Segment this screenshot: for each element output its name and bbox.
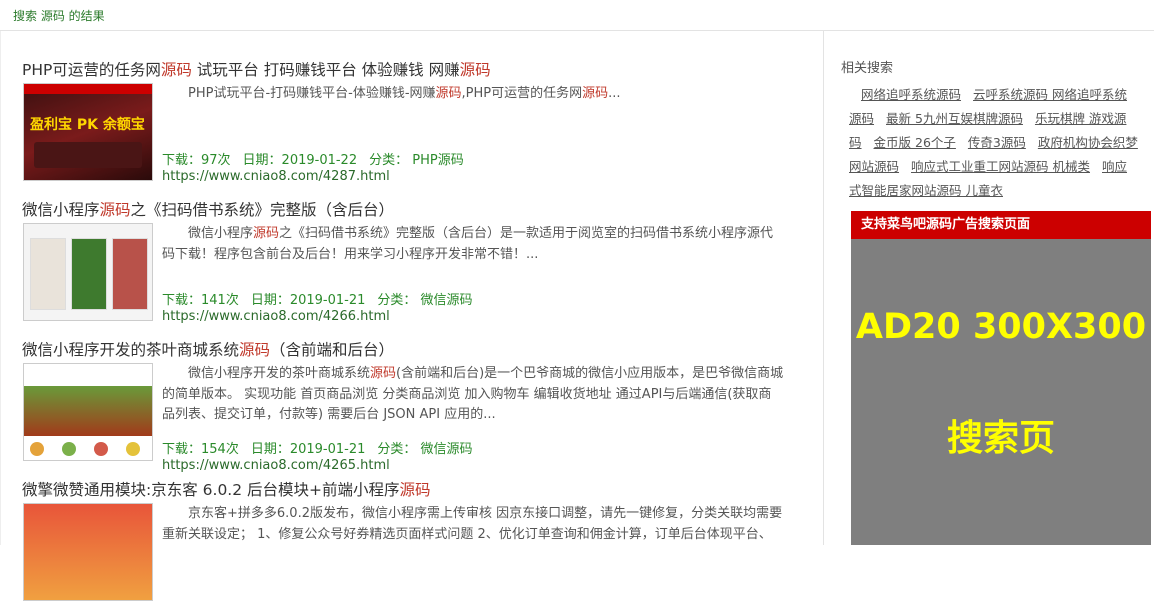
ad-page-label: 搜索页 [946,418,1055,459]
related-tag[interactable]: 最新 5九州互娱棋牌源码 [886,111,1023,126]
result-description: PHP试玩平台-打码赚钱平台-体验赚钱-网赚源码,PHP可运营的任务网源码... [188,86,621,101]
related-tag[interactable]: 网络追呼系统源码 [861,87,961,102]
ad-banner[interactable]: 支持菜鸟吧源码广告搜索页面 AD20 300X300 搜索页 [851,211,1151,545]
result-item: 微信小程序开发的茶叶商城系统源码（含前端和后台） 微信小程序开发的茶叶商城系统源… [22,340,802,473]
result-item: 微信小程序源码之《扫码借书系统》完整版（含后台） 微信小程序源码之《扫码借书系统… [22,200,802,324]
related-tag[interactable]: 响应式工业重工网站源码 机械类 [911,159,1090,174]
result-thumbnail[interactable] [23,503,153,601]
ad-header: 支持菜鸟吧源码广告搜索页面 [851,211,1151,239]
result-description: 京东客+拼多多6.0.2版发布，微信小程序需上传审核 因京东接口调整，请先一键修… [162,506,783,542]
result-title[interactable]: 微信小程序源码之《扫码借书系统》完整版（含后台） [22,200,802,220]
related-tags: 网络追呼系统源码 云呼系统源码 网络追呼系统源码 最新 5九州互娱棋牌源码 乐玩棋牌 … [849,83,1139,203]
result-url[interactable]: https://www.cniao8.com/4265.html [162,458,390,473]
result-meta: 下载：141次 日期：2019-01-21 分类： 微信源码 [162,293,473,308]
result-url[interactable]: https://www.cniao8.com/4287.html [162,169,390,184]
result-meta: 下载：97次 日期：2019-01-22 分类： PHP源码 [162,153,464,168]
result-thumbnail[interactable] [23,223,153,321]
ad-size-label: AD20 300X300 [855,307,1147,347]
results-panel: PHP可运营的任务网源码 试玩平台 打码赚钱平台 体验赚钱 网赚源码 盈利宝 P… [0,31,824,601]
top-bar: 搜索 源码 的结果 [0,0,1154,31]
thumbnail-caption: 盈利宝 PK 余额宝 [30,117,145,133]
sidebar: 相关搜索 网络追呼系统源码 云呼系统源码 网络追呼系统源码 最新 5九州互娱棋牌源码… [823,31,1154,545]
related-search-title: 相关搜索 [841,61,894,76]
result-thumbnail[interactable]: 盈利宝 PK 余额宝 [23,83,153,181]
related-tag[interactable]: 金币版 26个子 [874,135,956,150]
result-thumbnail[interactable] [23,363,153,461]
result-meta: 下载：154次 日期：2019-01-21 分类： 微信源码 [162,442,473,457]
result-title[interactable]: 微信小程序开发的茶叶商城系统源码（含前端和后台） [22,340,802,360]
result-description: 微信小程序源码之《扫码借书系统》完整版（含后台）是一款适用于阅览室的扫码借书系统… [162,226,774,262]
result-description: 微信小程序开发的茶叶商城系统源码(含前端和后台)是一个巴爷商城的微信小应用版本，… [162,366,784,422]
result-title[interactable]: PHP可运营的任务网源码 试玩平台 打码赚钱平台 体验赚钱 网赚源码 [22,60,802,80]
related-tag[interactable]: 传奇3源码 [968,135,1026,150]
result-item: 微擎微赞通用模块:京东客 6.0.2 后台模块+前端小程序源码 京东客+拼多多6… [22,480,802,601]
result-item: PHP可运营的任务网源码 试玩平台 打码赚钱平台 体验赚钱 网赚源码 盈利宝 P… [22,60,802,184]
result-title[interactable]: 微擎微赞通用模块:京东客 6.0.2 后台模块+前端小程序源码 [22,480,802,500]
result-url[interactable]: https://www.cniao8.com/4266.html [162,309,390,324]
breadcrumb: 搜索 源码 的结果 [13,9,105,23]
